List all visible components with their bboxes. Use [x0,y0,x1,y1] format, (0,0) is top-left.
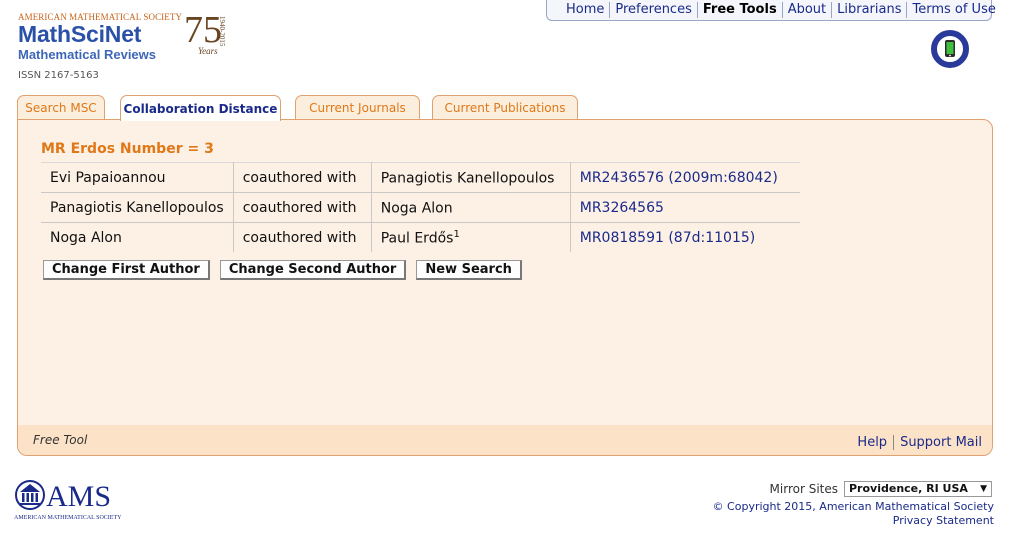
help-link[interactable]: Help [851,435,893,450]
author-b: Panagiotis Kanellopoulos [370,162,571,193]
relation: coauthored with [232,192,372,223]
ams-logo-subtext: AMERICAN MATHEMATICAL SOCIETY [14,515,122,521]
erdos-number-heading: MR Erdos Number = 3 [41,141,214,157]
nav-librarians[interactable]: Librarians [832,2,908,18]
ams-logo[interactable]: AMS AMERICAN MATHEMATICAL SOCIETY [14,478,144,524]
product-subtitle: Mathematical Reviews [18,47,157,62]
anniversary-number: 75 [184,9,222,51]
footnote-marker[interactable]: 1 [453,229,459,240]
anniversary-year-span: 1940-2015 [218,16,226,47]
relation: coauthored with [232,222,372,252]
mobile-access-icon[interactable] [928,28,972,70]
top-nav: Home Preferences Free Tools About Librar… [546,0,996,21]
change-second-author-button[interactable]: Change Second Author [219,260,407,280]
nav-home[interactable]: Home [547,2,611,18]
action-buttons: Change First Author Change Second Author… [43,260,522,280]
tab-collaboration-distance[interactable]: Collaboration Distance [120,95,281,121]
free-tool-label: Free Tool [33,433,88,447]
tab-current-journals[interactable]: Current Journals [295,95,420,119]
nav-about[interactable]: About [783,2,833,18]
mr-reference: MR3264565 [569,192,800,223]
mirror-sites-select[interactable]: Providence, RI USA ▼ [844,481,992,497]
panel-footer: Free Tool Help Support Mail [18,425,992,455]
relation: coauthored with [232,162,372,193]
privacy-statement-link[interactable]: Privacy Statement [893,514,994,527]
footer-links: Help Support Mail [851,431,982,450]
mathscinet-logo[interactable]: AMERICAN MATHEMATICAL SOCIETY MathSciNet… [18,10,238,82]
content-panel: MR Erdos Number = 3 Evi Papaioannou coau… [17,119,993,456]
mirror-sites: Mirror Sites Providence, RI USA ▼ [770,481,992,497]
product-name: MathSciNet [18,21,142,47]
table-row: Evi Papaioannou coauthored with Panagiot… [41,162,800,193]
mr-link[interactable]: MR3264565 [580,200,664,216]
new-search-button[interactable]: New Search [416,260,522,280]
mr-link[interactable]: MR2436576 (2009m:68042) [580,170,778,186]
ams-logo-text: AMS [46,480,111,513]
anniversary-years-word: Years [198,46,218,56]
chevron-down-icon: ▼ [980,484,987,494]
nav-free-tools[interactable]: Free Tools [698,2,783,18]
table-row: Noga Alon coauthored with Paul Erdős1 MR… [41,222,800,252]
copyright-link[interactable]: © Copyright 2015, American Mathematical … [713,500,994,513]
mirror-sites-label: Mirror Sites [769,482,838,496]
author-a: Evi Papaioannou [50,169,166,186]
table-row: Panagiotis Kanellopoulos coauthored with… [41,192,800,223]
tab-search-msc[interactable]: Search MSC [17,95,105,119]
support-mail-link[interactable]: Support Mail [893,434,982,450]
nav-terms-of-use[interactable]: Terms of Use [907,2,1000,18]
collaboration-table: Evi Papaioannou coauthored with Panagiot… [41,162,800,252]
author-b: Noga Alon [370,192,571,223]
change-first-author-button[interactable]: Change First Author [43,260,210,280]
mr-reference: MR2436576 (2009m:68042) [569,162,800,193]
author-b: Paul Erdős1 [370,222,571,252]
tab-current-publications[interactable]: Current Publications [432,95,578,119]
author-a: Panagiotis Kanellopoulos [50,199,224,216]
nav-preferences[interactable]: Preferences [610,2,698,18]
mr-link[interactable]: MR0818591 (87d:11015) [580,230,756,246]
author-a: Noga Alon [50,229,122,246]
issn: ISSN 2167-5163 [18,70,99,81]
mr-reference: MR0818591 (87d:11015) [569,222,800,252]
